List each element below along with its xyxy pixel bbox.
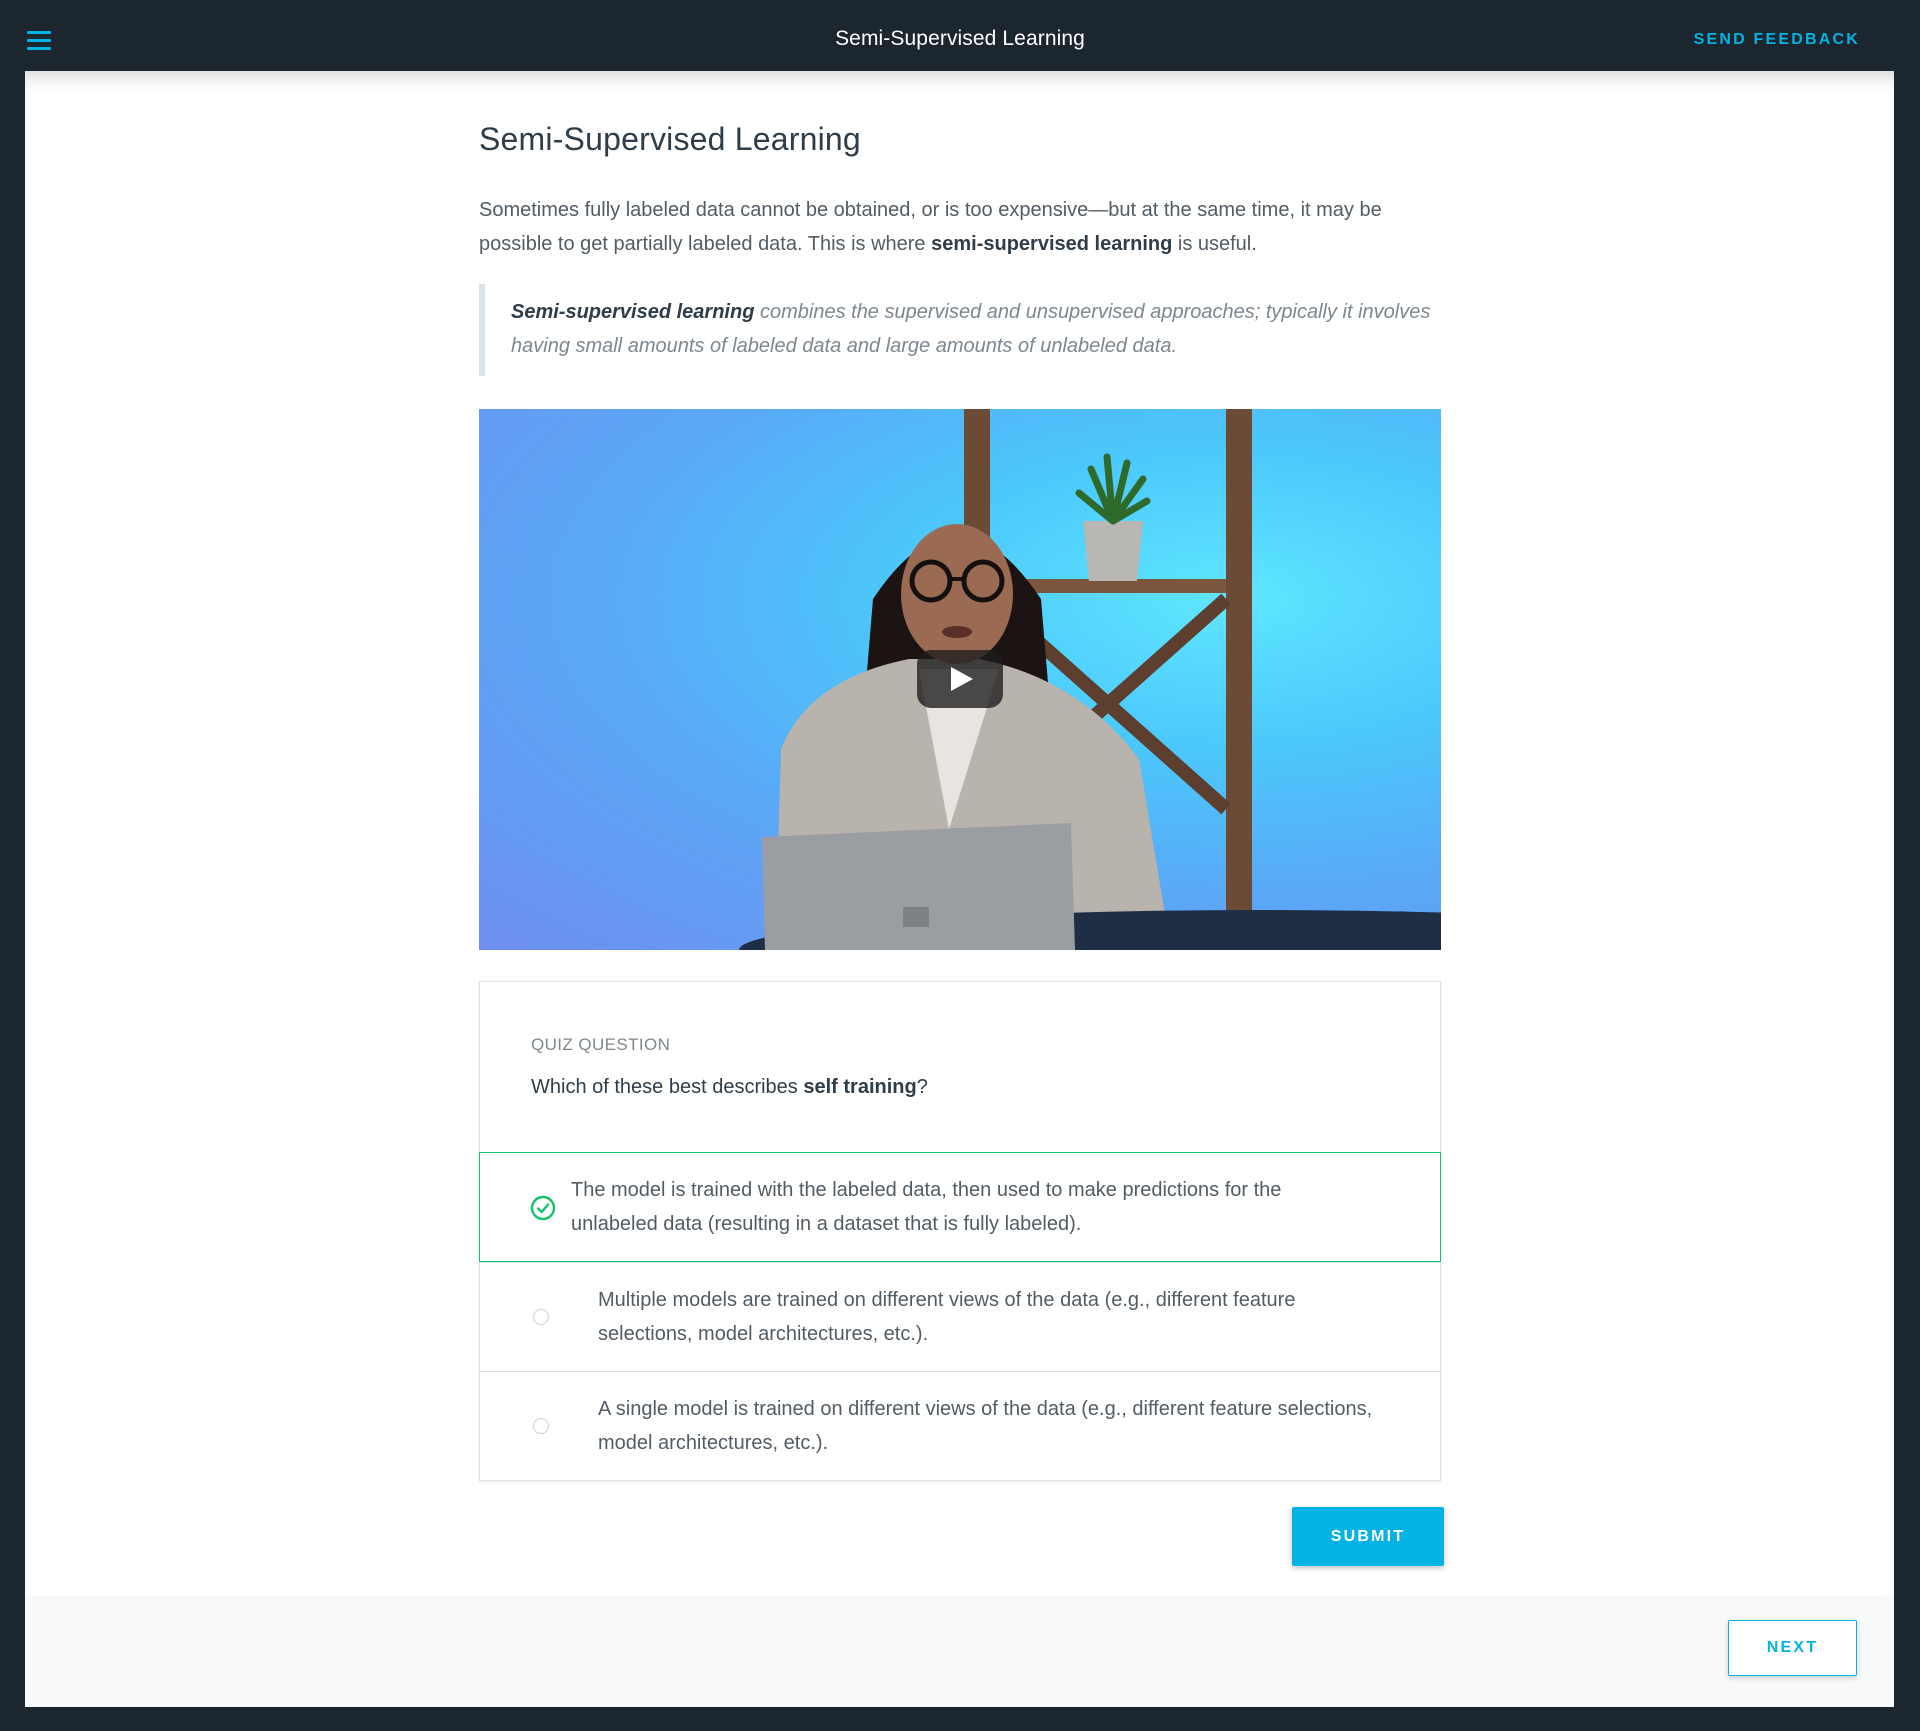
page-title: Semi-Supervised Learning [479,121,861,157]
lesson-footer: NEXT [25,1596,1894,1707]
quiz-option-1-text: The model is trained with the labeled da… [571,1179,1282,1235]
submit-button[interactable]: SUBMIT [1292,1507,1444,1566]
intro-text-2: is useful. [1172,233,1257,255]
next-button[interactable]: NEXT [1728,1620,1857,1676]
top-bar: Semi-Supervised Learning SEND FEEDBACK [0,0,1920,71]
question-bold: self training [803,1076,917,1098]
intro-paragraph: Sometimes fully labeled data cannot be o… [479,193,1441,261]
play-icon[interactable] [917,650,1003,708]
lesson-panel: Semi-Supervised Learning Sometimes fully… [25,71,1894,1707]
quote-bold: Semi-supervised learning [511,301,755,323]
video-player[interactable] [479,409,1441,950]
quiz-option-1[interactable]: The model is trained with the labeled da… [479,1152,1441,1262]
quiz-option-3[interactable]: A single model is trained on different v… [479,1371,1441,1481]
intro-bold: semi-supervised learning [931,233,1173,255]
quiz-option-2-text: Multiple models are trained on different… [598,1289,1296,1345]
definition-blockquote: Semi-supervised learning combines the su… [479,284,1441,376]
question-prefix: Which of these best describes [531,1076,804,1098]
question-suffix: ? [916,1076,928,1098]
header-title: Semi-Supervised Learning [835,27,1085,50]
quiz-card: QUIZ QUESTION Which of these best descri… [479,981,1441,1481]
radio-icon[interactable] [533,1418,549,1434]
radio-icon[interactable] [533,1309,549,1325]
quiz-option-2[interactable]: Multiple models are trained on different… [479,1262,1441,1372]
quiz-label: QUIZ QUESTION [531,1035,671,1054]
check-circle-icon [530,1195,556,1221]
quiz-question: Which of these best describes self train… [531,1076,928,1099]
send-feedback-button[interactable]: SEND FEEDBACK [1694,31,1860,49]
quiz-option-3-text: A single model is trained on different v… [598,1398,1373,1454]
